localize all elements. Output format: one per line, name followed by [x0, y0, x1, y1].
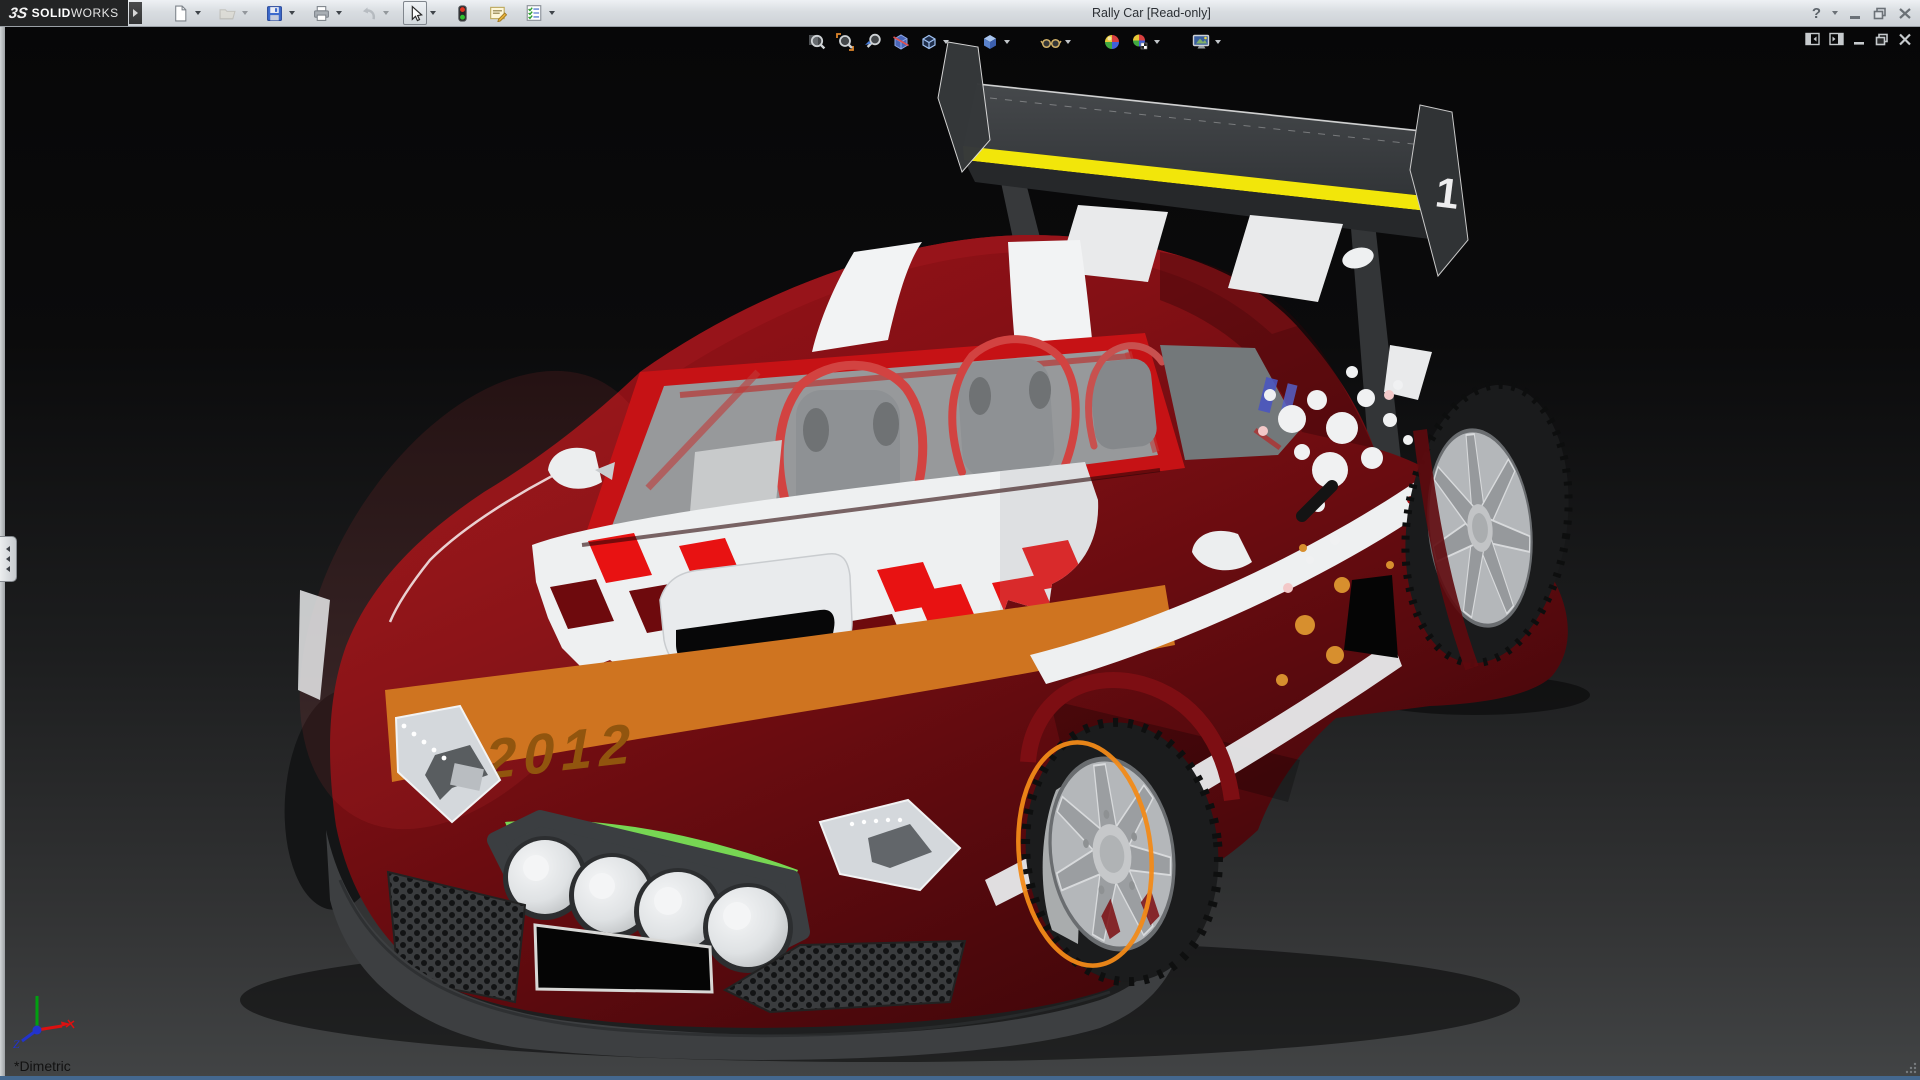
view-settings-button[interactable] [1190, 31, 1212, 53]
headsup-view-toolbar [806, 30, 1229, 54]
open-document-dropdown[interactable] [239, 2, 250, 24]
comment-button[interactable] [486, 1, 510, 25]
zoom-to-fit-button[interactable] [806, 31, 828, 53]
scene-ball-icon [1130, 32, 1150, 52]
print-icon [313, 5, 330, 22]
view-settings-monitor-icon [1191, 32, 1212, 52]
document-title: Rally Car [Read-only] [1092, 6, 1211, 20]
select-tool-dropdown[interactable] [427, 2, 438, 24]
pane-toggle-left-button[interactable] [1805, 32, 1820, 46]
menu-expand-button[interactable] [129, 2, 142, 24]
feature-panel-expand-tab[interactable] [0, 536, 17, 582]
orientation-triad: Z [8, 988, 98, 1058]
viewport-restore-button[interactable] [1875, 33, 1889, 46]
resize-grip[interactable] [1904, 1061, 1918, 1075]
close-button[interactable] [1898, 7, 1912, 20]
axis-z-label: Z [13, 1037, 20, 1051]
select-tool-button[interactable] [403, 1, 427, 25]
collapse-arrow-icon [6, 546, 10, 552]
view-orientation-cube-icon [919, 32, 939, 52]
display-style-button[interactable] [979, 31, 1001, 53]
apply-scene-button[interactable] [1129, 31, 1151, 53]
viewport-minimize-button[interactable] [1853, 33, 1866, 46]
zoom-to-fit-icon [807, 32, 827, 52]
restore-button[interactable] [1873, 7, 1887, 20]
help-button[interactable]: ? [1812, 6, 1821, 21]
view-settings-dropdown[interactable] [1212, 31, 1223, 53]
appearance-ball-icon [1102, 32, 1122, 52]
edit-appearance-button[interactable] [1101, 31, 1123, 53]
checklist-icon [525, 4, 543, 22]
view-orientation-label: *Dimetric [14, 1058, 71, 1074]
apply-scene-dropdown[interactable] [1151, 31, 1162, 53]
brand-name-bold: SOLID [32, 6, 71, 20]
print-dropdown[interactable] [333, 2, 344, 24]
standard-toolbar [168, 1, 569, 25]
comment-note-icon [489, 4, 507, 22]
save-icon [266, 5, 283, 22]
3ds-logo-icon: 3S [8, 5, 29, 22]
solidworks-logo: 3S SOLIDWORKS [0, 0, 128, 26]
collapse-arrow-icon [6, 566, 10, 572]
undo-icon [359, 4, 377, 22]
zoom-to-area-button[interactable] [834, 31, 856, 53]
eyeglasses-icon [1040, 32, 1062, 52]
expand-arrow-icon [133, 9, 138, 17]
display-style-dropdown[interactable] [1001, 31, 1012, 53]
section-view-button[interactable] [890, 31, 912, 53]
select-cursor-icon [407, 5, 424, 22]
display-style-cube-icon [980, 32, 1000, 52]
checkered-flag-icon [1141, 43, 1147, 49]
help-dropdown[interactable] [1832, 11, 1838, 15]
save-button[interactable] [262, 1, 286, 25]
section-view-icon [891, 32, 911, 52]
new-document-dropdown[interactable] [192, 2, 203, 24]
titlebar-controls: ? [1812, 0, 1912, 26]
brand-name-light: WORKS [71, 6, 119, 20]
zoom-to-area-icon [835, 32, 855, 52]
hide-show-items-dropdown[interactable] [1062, 31, 1073, 53]
previous-view-icon [863, 32, 883, 52]
undo-button[interactable] [356, 1, 380, 25]
open-document-button[interactable] [215, 1, 239, 25]
hide-show-items-button[interactable] [1040, 31, 1062, 53]
design-checker-dropdown[interactable] [546, 2, 557, 24]
traffic-light-icon [454, 5, 471, 22]
title-bar: 3S SOLIDWORKS [0, 0, 1920, 27]
document-window-controls [1805, 32, 1912, 46]
view-simulation-button[interactable] [450, 1, 474, 25]
new-document-button[interactable] [168, 1, 192, 25]
previous-view-button[interactable] [862, 31, 884, 53]
new-document-icon [172, 5, 189, 22]
view-orientation-button[interactable] [918, 31, 940, 53]
pane-left-icon [1805, 32, 1820, 46]
undo-dropdown[interactable] [380, 2, 391, 24]
design-checker-button[interactable] [522, 1, 546, 25]
print-button[interactable] [309, 1, 333, 25]
rally-car-model[interactable]: 1 [0, 0, 1920, 1080]
collapse-arrow-icon [6, 556, 10, 562]
side-vent [1344, 575, 1398, 658]
save-dropdown[interactable] [286, 2, 297, 24]
minimize-button[interactable] [1849, 7, 1862, 20]
pane-right-icon [1829, 32, 1844, 46]
view-orientation-dropdown[interactable] [940, 31, 951, 53]
viewport-close-button[interactable] [1898, 33, 1912, 46]
pane-toggle-right-button[interactable] [1829, 32, 1844, 46]
open-folder-icon [219, 5, 236, 22]
window-bottom-border [0, 1076, 1920, 1080]
